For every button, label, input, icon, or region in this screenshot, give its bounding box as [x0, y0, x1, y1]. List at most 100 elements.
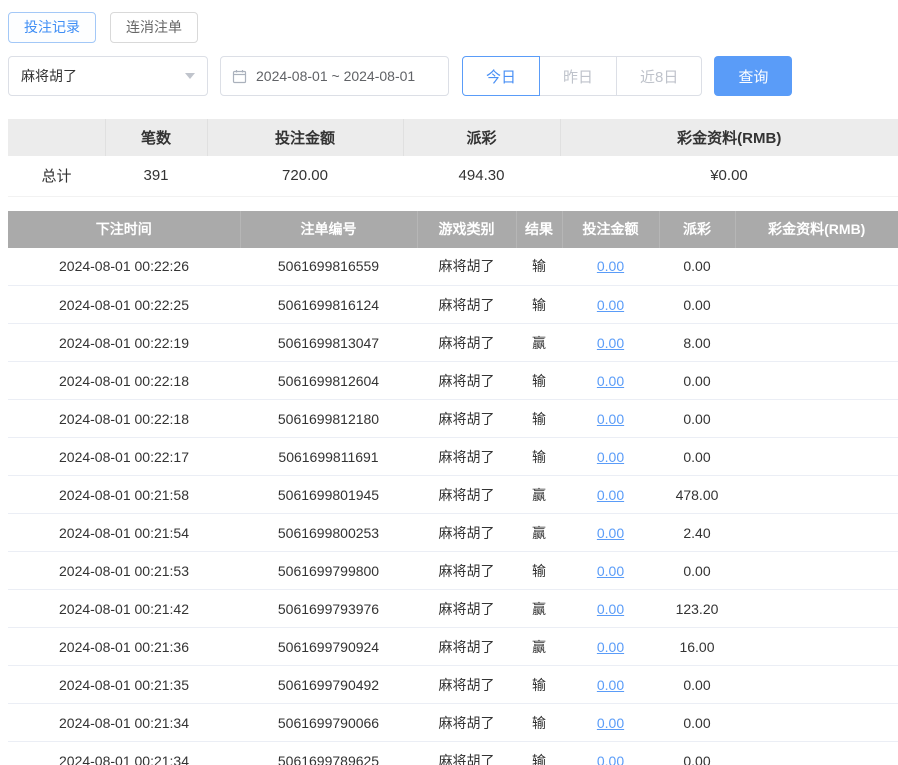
cell-order-id: 5061699801945 [240, 476, 417, 514]
cell-game-type: 麻将胡了 [417, 628, 516, 666]
cell-order-id: 5061699812180 [240, 400, 417, 438]
date-range-input[interactable]: 2024-08-01 ~ 2024-08-01 [220, 56, 449, 96]
bet-amount-link[interactable]: 0.00 [597, 335, 624, 351]
cell-payout: 2.40 [659, 514, 735, 552]
game-select[interactable]: 麻将胡了 [8, 56, 208, 96]
header-game-type: 游戏类别 [417, 211, 516, 248]
table-row: 2024-08-01 00:22:26 5061699816559 麻将胡了 输… [8, 248, 898, 286]
summary-header-row: 笔数 投注金额 派彩 彩金资料(RMB) [8, 119, 898, 156]
cell-result: 输 [516, 438, 562, 476]
cell-game-type: 麻将胡了 [417, 514, 516, 552]
cell-order-id: 5061699812604 [240, 362, 417, 400]
cell-bet-time: 2024-08-01 00:21:58 [8, 476, 240, 514]
cell-bonus [735, 248, 898, 286]
quick-last8days-button[interactable]: 近8日 [616, 56, 702, 96]
header-bet-time: 下注时间 [8, 211, 240, 248]
bet-amount-link[interactable]: 0.00 [597, 677, 624, 693]
table-row: 2024-08-01 00:22:25 5061699816124 麻将胡了 输… [8, 286, 898, 324]
bet-amount-link[interactable]: 0.00 [597, 258, 624, 274]
cell-payout: 0.00 [659, 552, 735, 590]
cell-order-id: 5061699799800 [240, 552, 417, 590]
cell-result: 输 [516, 666, 562, 704]
bet-amount-link[interactable]: 0.00 [597, 411, 624, 427]
cell-result: 输 [516, 742, 562, 765]
cell-bet-time: 2024-08-01 00:21:35 [8, 666, 240, 704]
cell-bet-time: 2024-08-01 00:21:54 [8, 514, 240, 552]
cell-bonus [735, 514, 898, 552]
cell-bet-amount: 0.00 [562, 704, 659, 742]
header-payout: 派彩 [659, 211, 735, 248]
summary-total-row: 总计 391 720.00 494.30 ¥0.00 [8, 156, 898, 196]
calendar-icon [232, 69, 247, 84]
cell-bet-time: 2024-08-01 00:21:53 [8, 552, 240, 590]
summary-header-count: 笔数 [105, 119, 207, 156]
header-bet-amount: 投注金额 [562, 211, 659, 248]
cell-bet-amount: 0.00 [562, 362, 659, 400]
cell-game-type: 麻将胡了 [417, 438, 516, 476]
cell-bet-amount: 0.00 [562, 476, 659, 514]
records-table: 下注时间 注单编号 游戏类别 结果 投注金额 派彩 彩金资料(RMB) 2024… [8, 211, 898, 765]
cell-payout: 0.00 [659, 742, 735, 765]
cell-bet-time: 2024-08-01 00:22:18 [8, 400, 240, 438]
table-row: 2024-08-01 00:21:34 5061699790066 麻将胡了 输… [8, 704, 898, 742]
cell-result: 输 [516, 362, 562, 400]
bet-amount-link[interactable]: 0.00 [597, 373, 624, 389]
cell-game-type: 麻将胡了 [417, 666, 516, 704]
cell-bet-time: 2024-08-01 00:21:34 [8, 742, 240, 765]
cell-order-id: 5061699790924 [240, 628, 417, 666]
game-select-value: 麻将胡了 [21, 66, 77, 86]
cell-bet-time: 2024-08-01 00:21:42 [8, 590, 240, 628]
cell-payout: 123.20 [659, 590, 735, 628]
cell-game-type: 麻将胡了 [417, 400, 516, 438]
cell-order-id: 5061699816559 [240, 248, 417, 286]
cell-bet-amount: 0.00 [562, 438, 659, 476]
cell-bet-amount: 0.00 [562, 742, 659, 765]
cell-bet-amount: 0.00 [562, 514, 659, 552]
bet-amount-link[interactable]: 0.00 [597, 563, 624, 579]
table-row: 2024-08-01 00:21:54 5061699800253 麻将胡了 赢… [8, 514, 898, 552]
cell-game-type: 麻将胡了 [417, 248, 516, 286]
bet-amount-link[interactable]: 0.00 [597, 715, 624, 731]
search-button[interactable]: 查询 [714, 56, 792, 96]
header-bonus: 彩金资料(RMB) [735, 211, 898, 248]
cell-payout: 0.00 [659, 666, 735, 704]
cell-result: 输 [516, 248, 562, 286]
tab-betting-records[interactable]: 投注记录 [8, 12, 96, 43]
bet-amount-link[interactable]: 0.00 [597, 601, 624, 617]
bet-amount-link[interactable]: 0.00 [597, 297, 624, 313]
cell-result: 赢 [516, 324, 562, 362]
cell-result: 输 [516, 704, 562, 742]
summary-header-blank [8, 119, 105, 156]
table-row: 2024-08-01 00:21:42 5061699793976 麻将胡了 赢… [8, 590, 898, 628]
bet-amount-link[interactable]: 0.00 [597, 449, 624, 465]
table-row: 2024-08-01 00:22:19 5061699813047 麻将胡了 赢… [8, 324, 898, 362]
cell-bet-time: 2024-08-01 00:22:26 [8, 248, 240, 286]
records-table-body: 2024-08-01 00:22:26 5061699816559 麻将胡了 输… [8, 248, 898, 765]
cell-game-type: 麻将胡了 [417, 590, 516, 628]
cell-order-id: 5061699813047 [240, 324, 417, 362]
cell-bonus [735, 286, 898, 324]
bet-amount-link[interactable]: 0.00 [597, 525, 624, 541]
cell-bet-amount: 0.00 [562, 628, 659, 666]
records-header-row: 下注时间 注单编号 游戏类别 结果 投注金额 派彩 彩金资料(RMB) [8, 211, 898, 248]
bet-amount-link[interactable]: 0.00 [597, 487, 624, 503]
cell-payout: 0.00 [659, 400, 735, 438]
header-result: 结果 [516, 211, 562, 248]
cell-payout: 0.00 [659, 362, 735, 400]
table-row: 2024-08-01 00:22:18 5061699812180 麻将胡了 输… [8, 400, 898, 438]
cell-order-id: 5061699790492 [240, 666, 417, 704]
betting-records-page: 投注记录 连消注单 麻将胡了 2024-08-01 ~ 2024-08-01 今… [0, 0, 898, 765]
cell-result: 赢 [516, 476, 562, 514]
quick-yesterday-button[interactable]: 昨日 [539, 56, 617, 96]
table-row: 2024-08-01 00:21:58 5061699801945 麻将胡了 赢… [8, 476, 898, 514]
cell-bonus [735, 742, 898, 765]
cell-payout: 478.00 [659, 476, 735, 514]
tab-cancelled-orders[interactable]: 连消注单 [110, 12, 198, 43]
cell-payout: 0.00 [659, 248, 735, 286]
bet-amount-link[interactable]: 0.00 [597, 753, 624, 765]
summary-header-bet-amount: 投注金额 [207, 119, 403, 156]
bet-amount-link[interactable]: 0.00 [597, 639, 624, 655]
cell-payout: 0.00 [659, 286, 735, 324]
cell-bet-amount: 0.00 [562, 666, 659, 704]
quick-today-button[interactable]: 今日 [462, 56, 540, 96]
